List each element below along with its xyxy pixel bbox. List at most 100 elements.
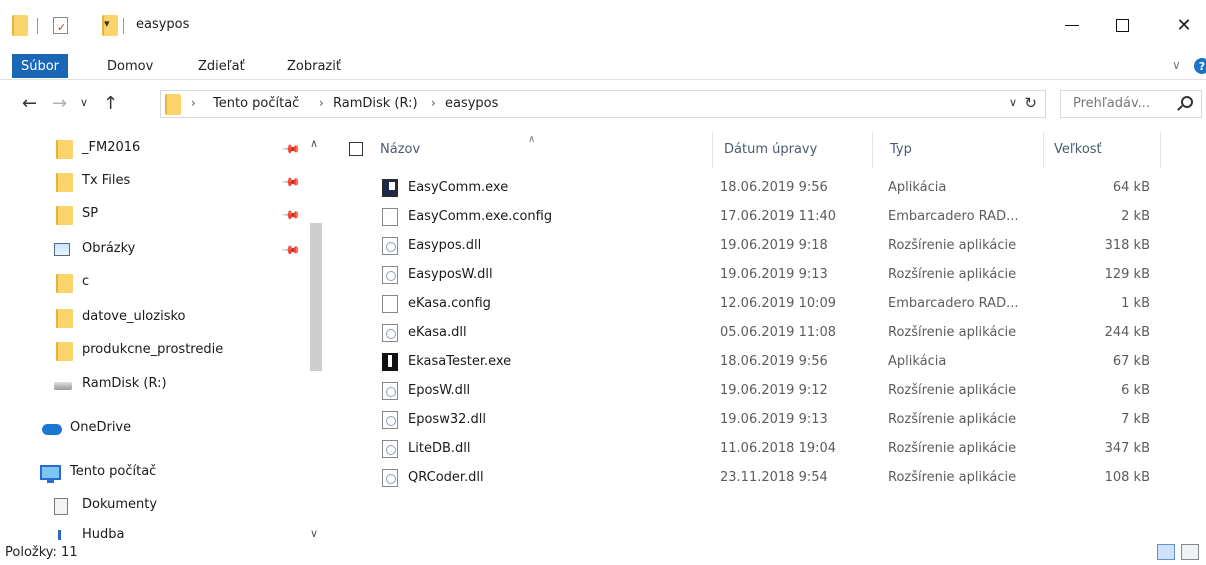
breadcrumb-easypos[interactable]: easypos [445,96,498,111]
column-date[interactable]: Dátum úpravy [724,142,817,157]
scrollbar-thumb[interactable] [310,223,322,371]
maximize-button[interactable] [1100,10,1144,40]
column-divider[interactable] [1043,132,1044,168]
tab-home[interactable]: Domov [107,59,153,74]
table-row[interactable]: EposW.dll 19.06.2019 9:12 Rozšírenie aplik… [340,379,1206,403]
search-placeholder: Prehľadáv... [1073,96,1151,111]
tab-file[interactable]: Súbor [12,54,68,78]
config-file-icon [382,295,398,313]
nav-item[interactable]: Tento počítač [0,461,300,485]
nav-item-label: _FM2016 [82,140,141,155]
customize-quick-access-icon[interactable]: ▾ [104,17,110,30]
table-row[interactable]: Easypos.dll 19.06.2019 9:18 Rozšírenie apl… [340,234,1206,258]
breadcrumb-separator[interactable]: › [319,96,324,110]
table-row[interactable]: LiteDB.dll 11.06.2018 19:04 Rozšírenie apl… [340,437,1206,461]
breadcrumb-ramdisk[interactable]: RamDisk (R:) [333,96,418,111]
nav-item[interactable]: _FM2016 📌 [0,137,302,161]
pin-icon[interactable]: 📌 [281,139,301,159]
dll-icon [382,382,398,400]
nav-item-label: datove_ulozisko [82,309,186,324]
file-type: Embarcadero RAD... [888,209,1019,224]
nav-scrollbar[interactable]: ∧ ∨ [305,137,327,543]
nav-item[interactable]: produkcne_prostredie [0,339,300,363]
minimize-button[interactable] [1050,10,1094,40]
table-row[interactable]: QRCoder.dll 23.11.2018 9:54 Rozšírenie apl… [340,466,1206,490]
file-size: 64 kB [1112,180,1150,195]
file-type: Rozšírenie aplikácie [888,441,1017,456]
pin-icon[interactable]: 📌 [281,172,301,192]
column-name[interactable]: Názov [380,142,420,157]
table-row[interactable]: EasyComm.exe.config 17.06.2019 11:40 Embar… [340,205,1206,229]
column-divider[interactable] [872,132,873,168]
exe-icon [382,353,398,371]
file-type: Rozšírenie aplikácie [888,383,1017,398]
dll-icon [382,469,398,487]
nav-item[interactable]: OneDrive [0,417,300,441]
nav-item[interactable]: Obrázky 📌 [0,238,302,262]
select-all-checkbox[interactable] [349,142,363,156]
separator [37,18,38,34]
maximize-icon [1115,18,1129,32]
back-arrow-icon[interactable]: ← [22,93,37,114]
address-dropdown-icon[interactable]: ∨ [1009,96,1017,109]
nav-item-label: Tento počítač [70,464,157,479]
details-view-icon[interactable] [1157,544,1175,560]
column-size[interactable]: Veľkosť [1054,142,1102,157]
table-row[interactable]: Eposw32.dll 19.06.2019 9:13 Rozšírenie apl… [340,408,1206,432]
nav-item-label: Tx Files [82,173,131,188]
breadcrumb-separator[interactable]: › [431,96,436,110]
column-type[interactable]: Typ [890,142,912,157]
file-date: 19.06.2019 9:18 [720,238,828,253]
search-icon[interactable] [1181,96,1193,108]
checkmark-icon: ✓ [57,21,67,34]
dll-icon [382,237,398,255]
tab-share[interactable]: Zdieľať [198,59,245,74]
items-count: Položky: 11 [5,545,78,560]
navigation-bar: ← → ∨ ↑ › Tento počítač › RamDisk (R:) ›… [0,85,1206,123]
ribbon-tabs: Súbor Domov Zdieľať Zobraziť ∨ ? [0,52,1206,80]
file-name: eKasa.dll [408,325,467,340]
pin-icon[interactable]: 📌 [281,205,301,225]
table-row[interactable]: EkasaTester.exe 18.06.2019 9:56 Aplikácia 6… [340,350,1206,374]
nav-item[interactable]: Tx Files 📌 [0,170,302,194]
onedrive-icon [42,424,62,435]
pin-icon[interactable]: 📌 [281,240,301,260]
scroll-up-icon[interactable]: ∧ [310,137,318,150]
nav-item[interactable]: datove_ulozisko [0,306,300,330]
pictures-icon [54,243,70,256]
breadcrumb-separator[interactable]: › [191,96,196,110]
file-size: 318 kB [1104,238,1150,253]
file-type: Rozšírenie aplikácie [888,470,1017,485]
properties-icon[interactable]: ✓ [53,17,68,34]
recent-locations-icon[interactable]: ∨ [80,96,88,109]
forward-arrow-icon[interactable]: → [52,93,67,114]
column-divider[interactable] [712,132,713,168]
column-divider[interactable] [1160,132,1161,168]
breadcrumb-this-pc[interactable]: Tento počítač [213,96,299,111]
large-icons-view-icon[interactable] [1181,544,1199,560]
table-row[interactable]: EasyposW.dll 19.06.2019 9:13 Rozšírenie ap… [340,263,1206,287]
table-row[interactable]: EasyComm.exe 18.06.2019 9:56 Aplikácia 64 k… [340,176,1206,200]
nav-item[interactable]: SP 📌 [0,203,302,227]
table-row[interactable]: eKasa.dll 05.06.2019 11:08 Rozšírenie apli… [340,321,1206,345]
nav-item-label: Hudba [82,527,125,540]
nav-item[interactable]: Hudba [0,524,300,540]
expand-ribbon-icon[interactable]: ∨ [1172,58,1181,72]
file-type: Rozšírenie aplikácie [888,412,1017,427]
address-bar[interactable]: › Tento počítač › RamDisk (R:) › easypos… [160,90,1046,118]
refresh-icon[interactable]: ↻ [1024,94,1037,112]
nav-item[interactable]: Dokumenty [0,494,300,518]
up-arrow-icon[interactable]: ↑ [103,93,118,114]
search-box[interactable]: Prehľadáv... [1060,90,1202,118]
help-icon[interactable]: ? [1194,58,1206,74]
table-row[interactable]: eKasa.config 12.06.2019 10:09 Embarcadero … [340,292,1206,316]
dll-icon [382,411,398,429]
tab-view[interactable]: Zobraziť [287,59,341,74]
scroll-down-icon[interactable]: ∨ [310,527,318,540]
file-name: EposW.dll [408,383,471,398]
nav-item[interactable]: RamDisk (R:) [0,373,300,397]
close-button[interactable]: ✕ [1162,10,1206,40]
file-date: 19.06.2019 9:13 [720,412,828,427]
nav-item[interactable]: c [0,271,300,295]
file-type: Rozšírenie aplikácie [888,238,1017,253]
